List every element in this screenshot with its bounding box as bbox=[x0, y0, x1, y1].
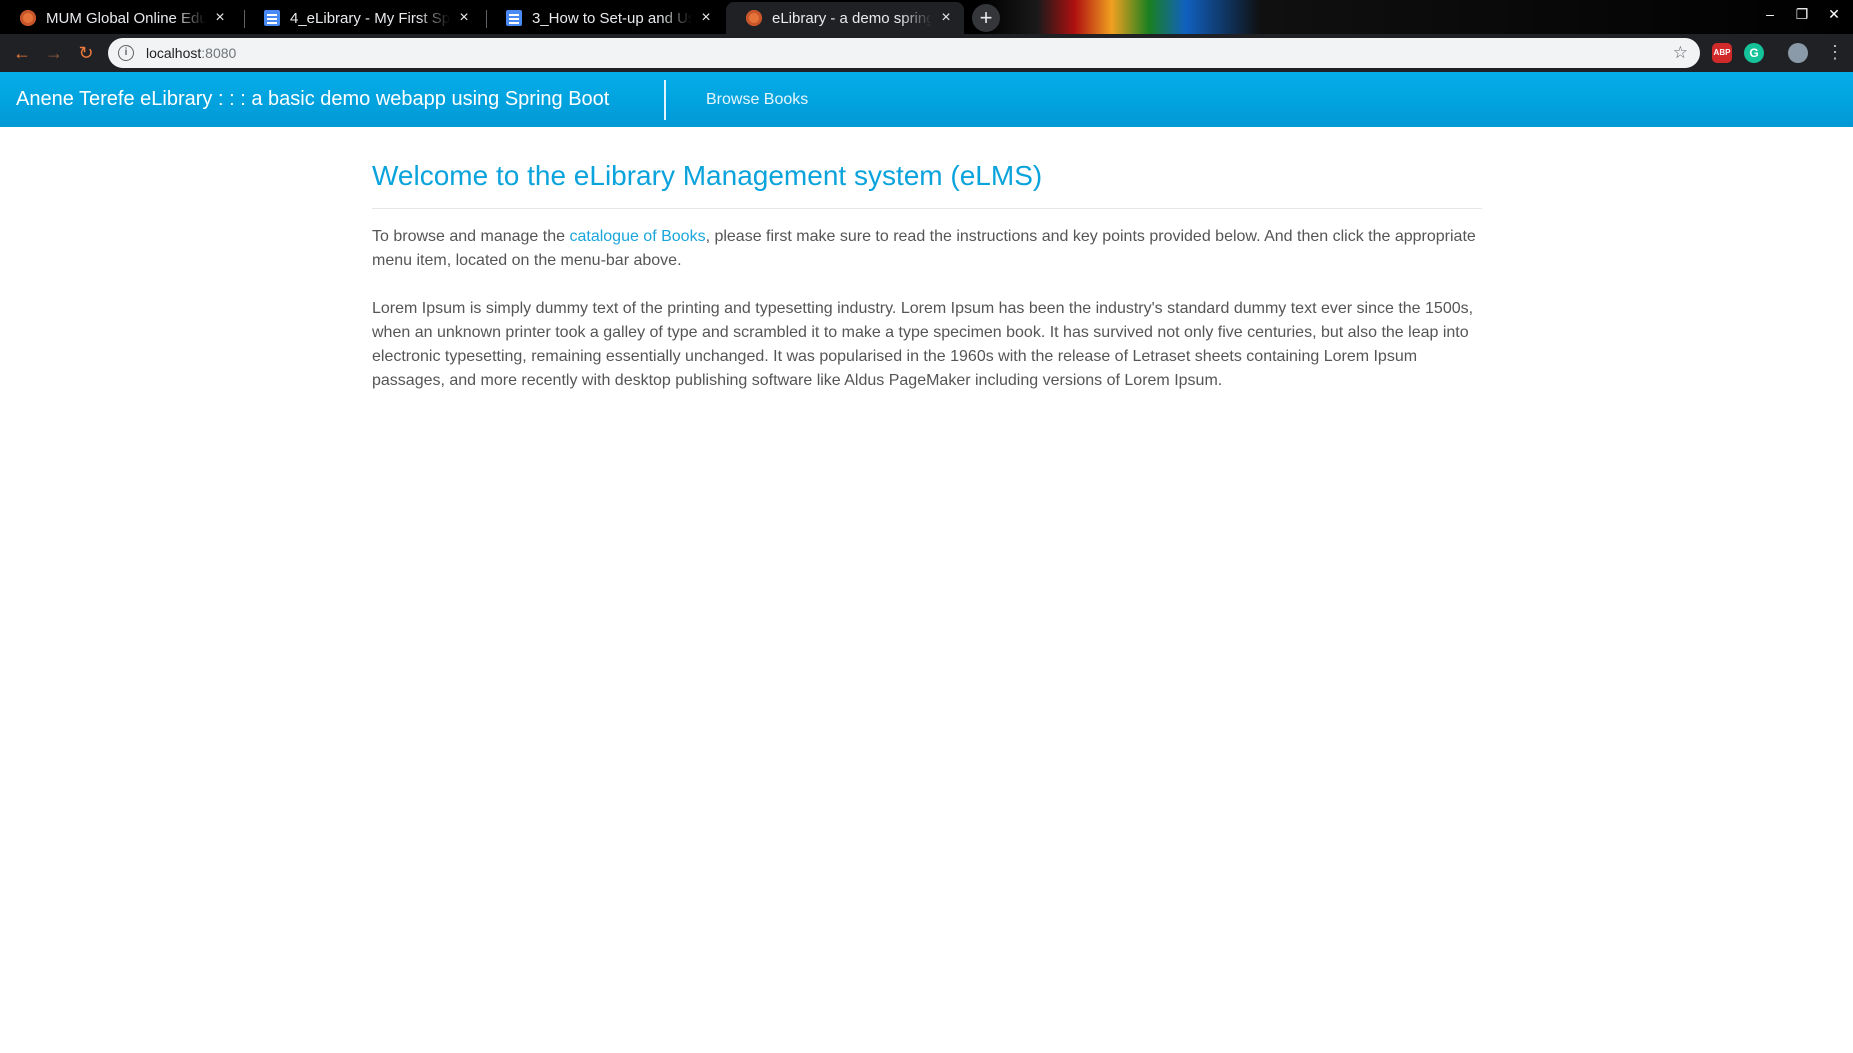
adblock-extension-icon[interactable]: ABP bbox=[1712, 43, 1732, 63]
forward-icon[interactable]: → bbox=[42, 41, 66, 65]
tab-title: MUM Global Online Education bbox=[46, 9, 206, 27]
tab-title: eLibrary - a demo spring boot bbox=[772, 9, 932, 27]
close-icon[interactable]: × bbox=[698, 9, 714, 27]
browser-tab[interactable]: 4_eLibrary - My First Spring × bbox=[244, 2, 482, 34]
navbar-divider bbox=[664, 80, 666, 120]
site-info-icon[interactable]: i bbox=[118, 45, 134, 61]
browser-tab-strip: MUM Global Online Education × 4_eLibrary… bbox=[0, 0, 1853, 34]
minimize-icon[interactable]: ‒ bbox=[1760, 6, 1780, 22]
intro-text-before: To browse and manage the bbox=[372, 228, 570, 245]
globe-icon bbox=[746, 10, 762, 26]
browser-menu-icon[interactable]: ⋮ bbox=[1826, 42, 1844, 63]
site-brand[interactable]: Anene Terefe eLibrary : : : a basic demo… bbox=[16, 72, 609, 127]
catalogue-link[interactable]: catalogue of Books bbox=[569, 228, 705, 245]
profile-avatar-icon[interactable] bbox=[1788, 43, 1808, 63]
browser-toolbar: ← → ↻ i localhost:8080 ☆ ABP G ⋮ bbox=[0, 34, 1853, 73]
browser-tab[interactable]: MUM Global Online Education × bbox=[0, 2, 238, 34]
grammarly-extension-icon[interactable]: G bbox=[1744, 43, 1764, 63]
intro-paragraph: To browse and manage the catalogue of Bo… bbox=[372, 225, 1482, 273]
reload-icon[interactable]: ↻ bbox=[74, 41, 98, 65]
close-icon[interactable]: × bbox=[456, 9, 472, 27]
back-icon[interactable]: ← bbox=[10, 41, 34, 65]
new-tab-button[interactable]: + bbox=[972, 4, 1000, 32]
browser-tab[interactable]: 3_How to Set-up and Use × bbox=[486, 2, 724, 34]
close-icon[interactable]: × bbox=[938, 9, 954, 27]
bookmark-star-icon[interactable]: ☆ bbox=[1673, 43, 1688, 63]
lorem-paragraph: Lorem Ipsum is simply dummy text of the … bbox=[372, 300, 1474, 389]
tab-title: 3_How to Set-up and Use bbox=[532, 9, 692, 27]
doc-icon bbox=[506, 10, 522, 26]
globe-icon bbox=[20, 10, 36, 26]
doc-icon bbox=[264, 10, 280, 26]
restore-icon[interactable]: ❐ bbox=[1792, 6, 1812, 23]
main-content: Welcome to the eLibrary Management syste… bbox=[372, 160, 1482, 393]
site-navbar: Anene Terefe eLibrary : : : a basic demo… bbox=[0, 72, 1853, 127]
address-port: :8080 bbox=[201, 45, 237, 61]
address-host: localhost bbox=[146, 45, 202, 61]
page-title: Welcome to the eLibrary Management syste… bbox=[372, 160, 1482, 209]
window-close-icon[interactable]: ✕ bbox=[1824, 6, 1844, 23]
address-bar[interactable]: i localhost:8080 ☆ bbox=[108, 38, 1700, 68]
tab-title: 4_eLibrary - My First Spring bbox=[290, 9, 450, 27]
browser-tab-active[interactable]: eLibrary - a demo spring boot × bbox=[726, 2, 964, 34]
nav-browse-books[interactable]: Browse Books bbox=[706, 72, 808, 127]
close-icon[interactable]: × bbox=[212, 9, 228, 27]
